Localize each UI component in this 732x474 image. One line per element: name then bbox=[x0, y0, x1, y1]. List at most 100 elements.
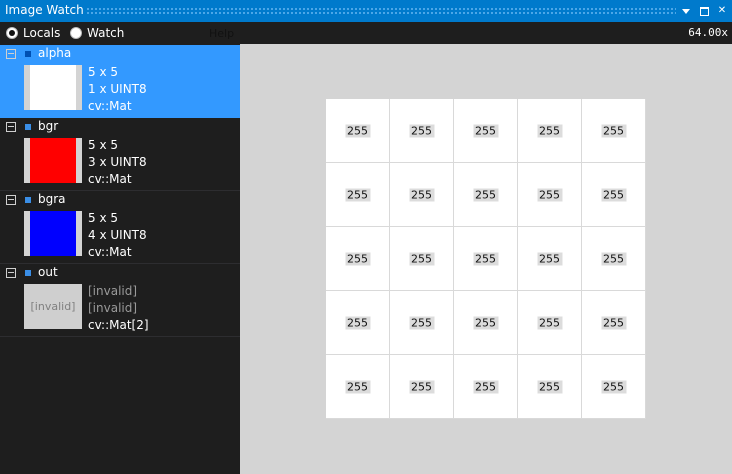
variable-size: 5 x 5 bbox=[88, 211, 118, 225]
pixel-cell[interactable]: 255 bbox=[518, 291, 582, 355]
pixel-cell[interactable]: 255 bbox=[518, 163, 582, 227]
pixel-cell[interactable]: 255 bbox=[582, 99, 646, 163]
thumbnail-image bbox=[30, 65, 76, 110]
pixel-cell[interactable]: 255 bbox=[326, 99, 390, 163]
pixel-value: 255 bbox=[345, 252, 370, 265]
help-link[interactable]: Help bbox=[209, 27, 234, 40]
variable-type: [invalid] bbox=[88, 301, 138, 315]
variable-thumbnail[interactable] bbox=[24, 211, 82, 256]
variable-size: [invalid] bbox=[88, 284, 138, 298]
pixel-cell[interactable]: 255 bbox=[326, 163, 390, 227]
pixel-value: 255 bbox=[345, 124, 370, 137]
pixel-value: 255 bbox=[473, 380, 498, 393]
pixel-cell[interactable]: 255 bbox=[326, 227, 390, 291]
pixel-cell[interactable]: 255 bbox=[454, 99, 518, 163]
pixel-value: 255 bbox=[601, 188, 626, 201]
maximize-icon[interactable] bbox=[696, 3, 712, 19]
watch-radio[interactable]: Watch bbox=[70, 26, 124, 40]
variable-thumbnail[interactable] bbox=[24, 138, 82, 183]
pixel-value: 255 bbox=[601, 252, 626, 265]
variable-thumbnail[interactable] bbox=[24, 65, 82, 110]
pixel-cell[interactable]: 255 bbox=[518, 227, 582, 291]
variable-bullet-icon bbox=[25, 124, 31, 130]
variable-class: cv::Mat bbox=[88, 99, 132, 113]
pixel-cell[interactable]: 255 bbox=[326, 355, 390, 419]
collapse-icon[interactable] bbox=[6, 122, 16, 132]
image-view[interactable]: 64.00x 255 255 255 255 255 255 255 255 255 255 255… bbox=[240, 22, 732, 474]
variable-bullet-icon bbox=[25, 197, 31, 203]
pixel-cell[interactable]: 255 bbox=[390, 163, 454, 227]
pixel-value: 255 bbox=[345, 188, 370, 201]
variable-name: out bbox=[38, 265, 58, 279]
variable-item-alpha[interactable]: alpha 5 x 5 1 x UINT8 cv::Mat bbox=[0, 45, 240, 118]
watch-label: Watch bbox=[87, 26, 125, 40]
thumbnail-image bbox=[30, 138, 76, 183]
variable-class: cv::Mat bbox=[88, 245, 132, 259]
pixel-value: 255 bbox=[409, 316, 434, 329]
variable-type: 4 x UINT8 bbox=[88, 228, 147, 242]
pixel-value: 255 bbox=[473, 316, 498, 329]
pixel-cell[interactable]: 255 bbox=[326, 291, 390, 355]
variable-item-bgra[interactable]: bgra 5 x 5 4 x UINT8 cv::Mat bbox=[0, 191, 240, 264]
pixel-cell[interactable]: 255 bbox=[454, 291, 518, 355]
pixel-value: 255 bbox=[537, 316, 562, 329]
pixel-value: 255 bbox=[537, 380, 562, 393]
pixel-value: 255 bbox=[409, 124, 434, 137]
collapse-icon[interactable] bbox=[6, 49, 16, 59]
pixel-cell[interactable]: 255 bbox=[390, 99, 454, 163]
pixel-cell[interactable]: 255 bbox=[390, 355, 454, 419]
variable-info: [invalid] [invalid] cv::Mat[2] bbox=[88, 283, 149, 334]
variable-item-out[interactable]: out [invalid] [invalid] [invalid] cv::Ma… bbox=[0, 264, 240, 337]
radio-unchecked-icon bbox=[70, 27, 82, 39]
variable-info: 5 x 5 1 x UINT8 cv::Mat bbox=[88, 64, 147, 115]
pixel-value: 255 bbox=[537, 188, 562, 201]
pixel-value: 255 bbox=[345, 316, 370, 329]
radio-checked-icon bbox=[6, 27, 18, 39]
pixel-value: 255 bbox=[537, 124, 562, 137]
pixel-grid[interactable]: 255 255 255 255 255 255 255 255 255 255 255 255 255 2… bbox=[326, 99, 646, 419]
pixel-value: 255 bbox=[601, 380, 626, 393]
pixel-cell[interactable]: 255 bbox=[390, 227, 454, 291]
variables-panel: Locals Watch Help alpha 5 x 5 1 x UINT8 … bbox=[0, 22, 240, 474]
pixel-cell[interactable]: 255 bbox=[582, 227, 646, 291]
variable-class: cv::Mat[2] bbox=[88, 318, 149, 332]
drag-grip[interactable] bbox=[86, 7, 676, 15]
close-icon[interactable]: ✕ bbox=[714, 3, 730, 19]
divider bbox=[0, 336, 240, 337]
variable-type: 1 x UINT8 bbox=[88, 82, 147, 96]
pixel-cell[interactable]: 255 bbox=[518, 99, 582, 163]
variable-item-bgr[interactable]: bgr 5 x 5 3 x UINT8 cv::Mat bbox=[0, 118, 240, 191]
caret-down-icon[interactable] bbox=[678, 3, 694, 19]
variable-name: alpha bbox=[38, 46, 72, 60]
variable-size: 5 x 5 bbox=[88, 65, 118, 79]
pixel-value: 255 bbox=[409, 380, 434, 393]
variable-size: 5 x 5 bbox=[88, 138, 118, 152]
variable-type: 3 x UINT8 bbox=[88, 155, 147, 169]
pixel-cell[interactable]: 255 bbox=[582, 291, 646, 355]
variable-name: bgr bbox=[38, 119, 59, 133]
pixel-value: 255 bbox=[345, 380, 370, 393]
variable-thumbnail[interactable]: [invalid] bbox=[24, 284, 82, 329]
pixel-value: 255 bbox=[601, 316, 626, 329]
variable-name: bgra bbox=[38, 192, 66, 206]
pixel-value: 255 bbox=[473, 252, 498, 265]
pixel-cell[interactable]: 255 bbox=[518, 355, 582, 419]
variable-info: 5 x 5 3 x UINT8 cv::Mat bbox=[88, 137, 147, 188]
collapse-icon[interactable] bbox=[6, 195, 16, 205]
pixel-cell[interactable]: 255 bbox=[454, 355, 518, 419]
pixel-cell[interactable]: 255 bbox=[390, 291, 454, 355]
mode-bar: Locals Watch Help bbox=[0, 22, 240, 44]
variable-bullet-icon bbox=[25, 51, 31, 57]
pixel-value: 255 bbox=[537, 252, 562, 265]
collapse-icon[interactable] bbox=[6, 268, 16, 278]
locals-radio[interactable]: Locals bbox=[6, 26, 60, 40]
pixel-cell[interactable]: 255 bbox=[454, 227, 518, 291]
pixel-cell[interactable]: 255 bbox=[454, 163, 518, 227]
pixel-value: 255 bbox=[601, 124, 626, 137]
pixel-value: 255 bbox=[409, 188, 434, 201]
zoom-bar: 64.00x bbox=[240, 22, 732, 44]
thumbnail-image bbox=[30, 211, 76, 256]
zoom-level: 64.00x bbox=[688, 26, 728, 39]
pixel-cell[interactable]: 255 bbox=[582, 163, 646, 227]
pixel-cell[interactable]: 255 bbox=[582, 355, 646, 419]
